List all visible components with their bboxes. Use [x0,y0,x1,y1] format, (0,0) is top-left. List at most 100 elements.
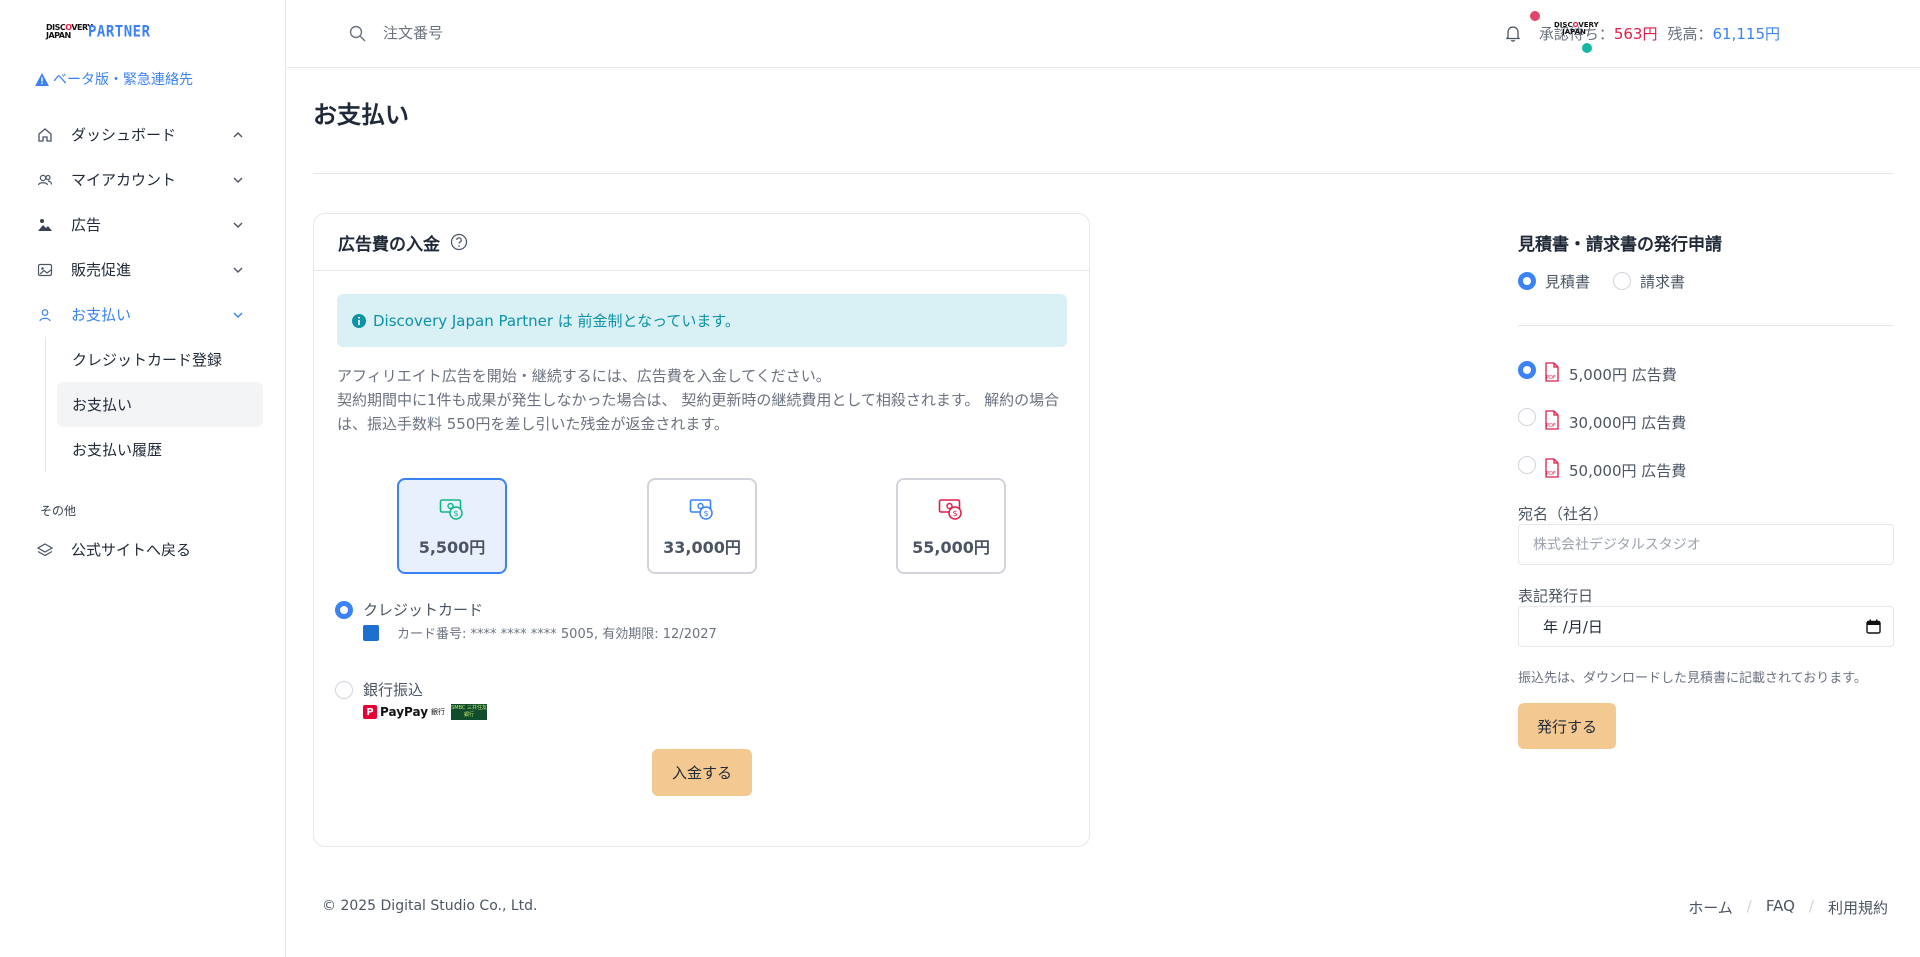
paypay-bank-logo: P PayPay 銀行 [363,705,445,719]
divider [313,173,1893,174]
divider [1518,325,1893,326]
notification-badge [1530,11,1540,21]
payment-method-bank-label: 銀行振込 [363,681,424,699]
prepaid-info-alert: Discovery Japan Partner は 前金制となっています。 [337,294,1067,347]
addressee-label: 宛名（社名） [1518,505,1609,523]
online-status-dot [1582,43,1592,53]
option-30000-radio[interactable] [1518,408,1536,426]
sidebar-item-back-to-site[interactable]: 公式サイトへ戻る [0,527,286,572]
pdf-icon: PDF [1545,458,1559,478]
amount-option-55000[interactable]: $ 55,000円 [896,478,1006,574]
amount-option-5500[interactable]: $ 5,500円 [397,478,507,574]
footer-link-home[interactable]: ホーム [1688,897,1733,918]
users-icon [37,174,53,186]
order-number-search-input[interactable] [383,19,683,47]
date-placeholder: 年 /月/日 [1543,618,1603,636]
deposit-card-header: 広告費の入金 [314,214,1089,271]
balance-amount: 残高：61,115円 [1667,25,1780,43]
sidebar-item-label: マイアカウント [71,171,177,189]
card-brand-icon [363,625,379,641]
landscape-icon [38,219,52,231]
doc-type-estimate-radio[interactable] [1518,272,1536,290]
sidebar-item-label: 販売促進 [71,261,132,279]
sidebar-subitem-payment[interactable]: お支払い [57,382,263,427]
image-icon [37,263,53,277]
beta-emergency-link[interactable]: ベータ版・緊急連絡先 [35,69,193,89]
topbar: 承認待ち：563円 残高：61,115円 [287,0,1920,68]
payment-subnav: クレジットカード登録 お支払い お支払い履歴 [45,337,286,472]
footer-link-faq[interactable]: FAQ [1766,897,1795,918]
chevron-down-icon [233,312,243,318]
sidebar-item-ads[interactable]: 広告 [0,202,286,247]
warning-icon [35,72,49,86]
info-icon [352,313,366,328]
svg-text:PDF: PDF [1546,423,1556,429]
option-label: 30,000円 広告費 [1569,414,1687,432]
issue-date-input[interactable]: 年 /月/日 [1518,606,1894,647]
sidebar-item-label: お支払い [71,306,132,324]
info-text: Discovery Japan Partner は 前金制となっています。 [373,312,740,330]
footer-link-terms[interactable]: 利用規約 [1828,897,1888,918]
amount-label: 33,000円 [663,538,741,557]
payment-method-bank-radio[interactable] [335,681,353,699]
copyright: © 2025 Digital Studio Co., Ltd. [322,898,538,914]
footer-links: ホーム / FAQ / 利用規約 [1688,897,1888,918]
amount-option-33000[interactable]: $ 33,000円 [647,478,757,574]
option-label: 5,000円 広告費 [1569,366,1677,384]
doc-type-estimate-label: 見積書 [1545,273,1591,291]
user-icon [39,309,51,322]
pdf-icon: PDF [1545,410,1559,430]
svg-text:$: $ [952,509,957,518]
document-request-title: 見積書・請求書の発行申請 [1518,235,1722,255]
sidebar-item-label: 広告 [71,216,102,234]
brand-logo[interactable]: DISCOVERY JAPAN PARTNER [46,23,151,41]
layers-icon [37,543,53,557]
issue-button[interactable]: 発行する [1518,703,1616,749]
sidebar-item-payment[interactable]: お支払い [0,292,286,337]
paypay-p-icon: P [363,705,377,719]
card-number-text: カード番号: **** **** **** 5005, 有効期限: 12/202… [397,627,717,642]
svg-text:PDF: PDF [1546,375,1556,381]
money-icon: $ [439,499,463,520]
sidebar: DISCOVERY JAPAN PARTNER ベータ版・緊急連絡先 ダッシュボ… [0,0,286,957]
smbc-logo: SMBC 三井住友銀行 [451,704,488,720]
notification-bell-icon[interactable] [1505,25,1521,42]
separator: / [1808,897,1814,915]
transfer-note: 振込先は、ダウンロードした見積書に記載されております。 [1518,671,1867,686]
section-title-other: その他 [40,504,77,518]
sidebar-item-my-account[interactable]: マイアカウント [0,157,286,202]
amount-label: 55,000円 [912,538,990,557]
help-icon[interactable] [450,233,468,251]
date-label: 表記発行日 [1518,587,1594,605]
calendar-icon[interactable] [1866,619,1881,634]
deposit-button[interactable]: 入金する [652,749,752,796]
logo-mark: DISCOVERY JAPAN [46,23,93,40]
pdf-icon: PDF [1545,362,1559,382]
sidebar-item-label: ダッシュボード [71,126,177,144]
money-icon: $ [938,499,962,520]
bank-logos: P PayPay 銀行 SMBC 三井住友銀行 [363,704,488,720]
chevron-down-icon [233,222,243,228]
chevron-down-icon [233,177,243,183]
doc-type-invoice-label: 請求書 [1640,273,1686,291]
deposit-description: アフィリエイト広告を開始・継続するには、広告費を入金してください。 契約期間中に… [337,364,1072,436]
sidebar-item-dashboard[interactable]: ダッシュボード [0,112,286,157]
beta-link-label: ベータ版・緊急連絡先 [53,72,193,88]
option-50000-radio[interactable] [1518,456,1536,474]
sidebar-item-label: 公式サイトへ戻る [71,541,192,559]
money-icon: $ [689,499,713,520]
home-icon [38,128,52,142]
sidebar-subitem-payment-history[interactable]: お支払い履歴 [57,427,263,472]
svg-text:$: $ [703,509,708,518]
doc-type-invoice-radio[interactable] [1613,272,1631,290]
payment-method-credit-radio[interactable] [335,601,353,619]
svg-text:PDF: PDF [1546,471,1556,477]
payment-method-credit-label: クレジットカード [363,601,484,619]
option-5000-radio[interactable] [1518,361,1536,379]
sidebar-subitem-credit-card[interactable]: クレジットカード登録 [57,337,263,382]
sidebar-item-promotion[interactable]: 販売促進 [0,247,286,292]
option-label: 50,000円 広告費 [1569,462,1687,480]
search-icon [349,25,366,42]
addressee-input[interactable] [1518,524,1894,565]
deposit-card: 広告費の入金 Discovery Japan Partner は 前金制となって… [313,213,1090,847]
